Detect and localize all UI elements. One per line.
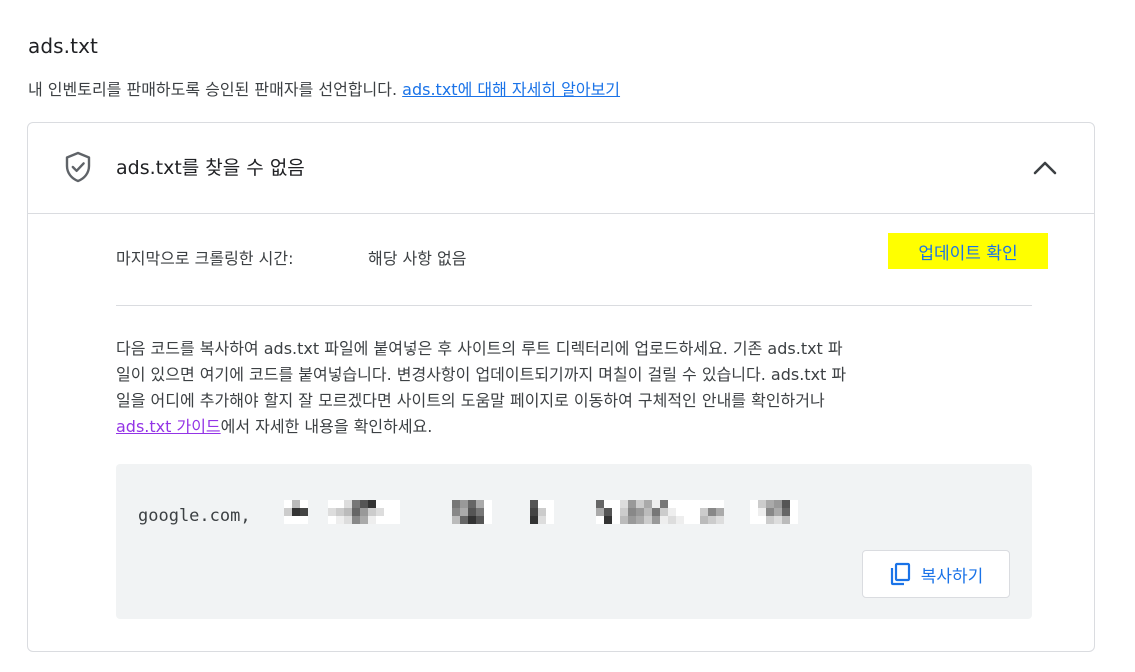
- ads-txt-status-card: ads.txt를 찾을 수 없음 마지막으로 크롤링한 시간: 해당 사항 없음…: [27, 122, 1095, 652]
- copy-button-label: 복사하기: [920, 566, 984, 587]
- ads-txt-guide-link[interactable]: ads.txt 가이드: [116, 417, 221, 436]
- shield-check-icon: [65, 151, 91, 183]
- status-title: ads.txt를 찾을 수 없음: [116, 157, 305, 179]
- redacted-account-type: [452, 500, 554, 524]
- copy-button[interactable]: 복사하기: [862, 550, 1010, 598]
- chevron-up-icon[interactable]: [1030, 153, 1060, 181]
- instructions-text: 다음 코드를 복사하여 ads.txt 파일에 붙여넣은 후 사이트의 루트 디…: [116, 336, 1036, 440]
- last-crawled-value: 해당 사항 없음: [368, 249, 467, 268]
- code-snippet-text: google.com,: [138, 506, 251, 526]
- divider: [116, 305, 1032, 306]
- code-snippet-box: google.com, 복사하기: [116, 464, 1032, 619]
- instructions-line: 일을 어디에 추가해야 할지 잘 모르겠다면 사이트의 도움말 페이지로 이동하…: [116, 391, 825, 410]
- redacted-cert-id: [596, 500, 724, 524]
- redacted-tail: [750, 500, 798, 524]
- check-update-button[interactable]: 업데이트 확인: [888, 233, 1048, 269]
- redacted-publisher-id: [284, 500, 400, 524]
- card-header[interactable]: ads.txt를 찾을 수 없음: [28, 123, 1094, 214]
- last-crawled-label: 마지막으로 크롤링한 시간:: [116, 249, 294, 268]
- instructions-line-rest: 에서 자세한 내용을 확인하세요.: [220, 417, 433, 436]
- instructions-line: 다음 코드를 복사하여 ads.txt 파일에 붙여넣은 후 사이트의 루트 디…: [116, 339, 843, 358]
- instructions-line: ads.txt 가이드에서 자세한 내용을 확인하세요.: [116, 414, 1036, 440]
- last-crawled-row: 마지막으로 크롤링한 시간: 해당 사항 없음 업데이트 확인: [116, 233, 1048, 285]
- page-title: ads.txt: [28, 34, 98, 58]
- description-text: 내 인벤토리를 판매하도록 승인된 판매자를 선언합니다.: [28, 80, 403, 99]
- ads-txt-page: ads.txt 내 인벤토리를 판매하도록 승인된 판매자를 선언합니다. ad…: [0, 0, 1135, 672]
- page-description: 내 인벤토리를 판매하도록 승인된 판매자를 선언합니다. ads.txt에 대…: [28, 76, 620, 100]
- instructions-line: 일이 있으면 여기에 코드를 붙여넣습니다. 변경사항이 업데이트되기까지 며칠…: [116, 365, 847, 384]
- copy-icon: [890, 562, 910, 586]
- learn-more-link[interactable]: ads.txt에 대해 자세히 알아보기: [402, 80, 620, 99]
